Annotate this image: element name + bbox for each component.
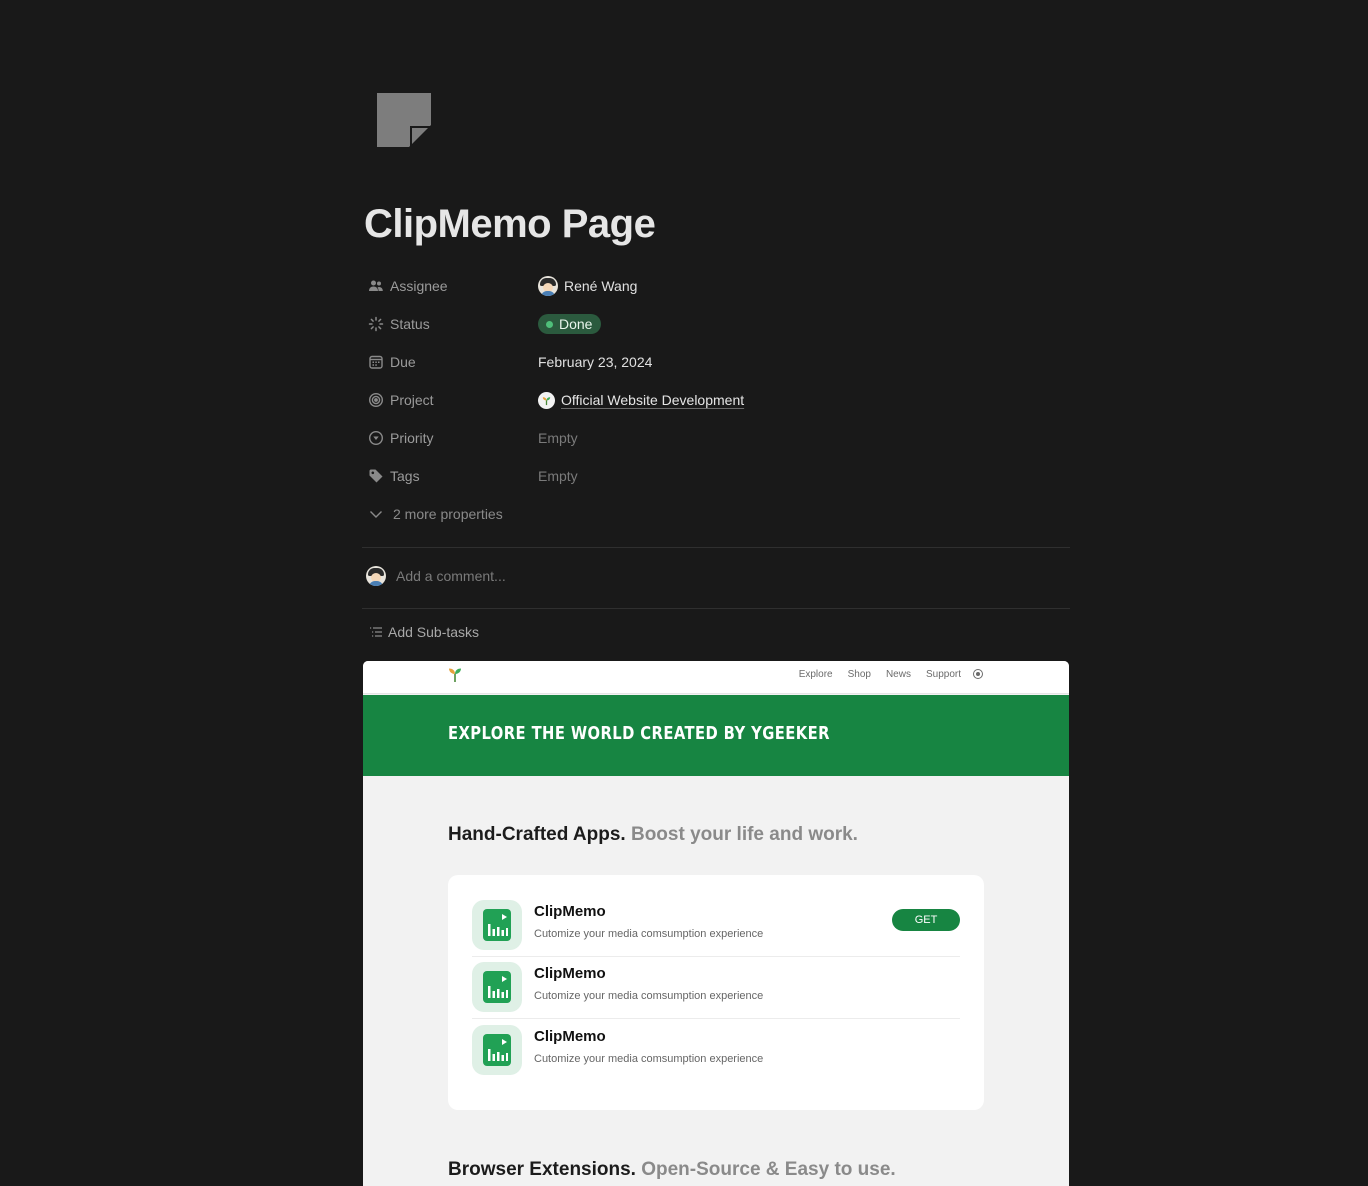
property-value[interactable]: February 23, 2024 xyxy=(538,354,652,370)
property-tags[interactable]: Tags Empty xyxy=(362,457,1070,495)
clipmemo-app-icon xyxy=(472,900,522,950)
property-due[interactable]: Due February 23, 2024 xyxy=(362,343,1070,381)
calendar-icon xyxy=(369,355,383,369)
property-value[interactable]: Official Website Development xyxy=(538,391,744,409)
nav-shop: Shop xyxy=(847,668,871,680)
get-button: GET xyxy=(892,909,960,931)
project-link[interactable]: Official Website Development xyxy=(561,392,744,408)
app-row: ClipMemo Cutomize your media comsumption… xyxy=(472,895,960,957)
sprout-logo-icon xyxy=(449,668,461,682)
app-row: ClipMemo Cutomize your media comsumption… xyxy=(472,957,960,1019)
property-label: Status xyxy=(362,316,538,332)
clipmemo-app-icon xyxy=(472,962,522,1012)
extensions-heading: Browser Extensions. Open-Source & Easy t… xyxy=(448,1159,896,1180)
embedded-website-image[interactable]: Explore Shop News Support EXPLORE THE WO… xyxy=(363,661,1069,1186)
more-properties-toggle[interactable]: 2 more properties xyxy=(362,495,1070,533)
user-icon xyxy=(973,669,983,679)
properties-panel: Assignee René Wang Status Done Due Febru… xyxy=(362,267,1070,533)
property-label: Tags xyxy=(362,468,538,484)
sprout-icon xyxy=(538,391,555,409)
status-dot xyxy=(546,320,553,328)
site-navbar: Explore Shop News Support xyxy=(363,661,1069,694)
property-label: Due xyxy=(362,354,538,370)
status-badge[interactable]: Done xyxy=(538,314,602,334)
comment-input[interactable]: Add a comment... xyxy=(366,566,506,586)
property-value[interactable]: Done xyxy=(538,314,602,334)
divider xyxy=(362,547,1070,548)
add-subtasks-button[interactable]: Add Sub-tasks xyxy=(368,624,479,640)
property-project[interactable]: Project Official Website Development xyxy=(362,381,1070,419)
app-name: ClipMemo xyxy=(534,903,606,920)
page-title[interactable]: ClipMemo Page xyxy=(364,202,656,247)
clipmemo-app-icon xyxy=(472,1025,522,1075)
property-status[interactable]: Status Done xyxy=(362,305,1070,343)
app-description: Cutomize your media comsumption experien… xyxy=(534,928,764,940)
divider xyxy=(362,608,1070,609)
apps-card: ClipMemo Cutomize your media comsumption… xyxy=(448,875,984,1110)
apps-heading: Hand-Crafted Apps. Boost your life and w… xyxy=(448,824,858,845)
people-icon xyxy=(369,280,383,291)
app-name: ClipMemo xyxy=(534,1028,606,1045)
property-label: Project xyxy=(362,392,538,408)
comment-placeholder[interactable]: Add a comment... xyxy=(396,568,506,584)
property-assignee[interactable]: Assignee René Wang xyxy=(362,267,1070,305)
property-label: Priority xyxy=(362,430,538,446)
property-value[interactable]: Empty xyxy=(538,430,578,446)
property-value[interactable]: Empty xyxy=(538,468,578,484)
property-value[interactable]: René Wang xyxy=(538,276,637,296)
chevron-down-icon xyxy=(370,511,382,518)
avatar xyxy=(538,276,558,296)
app-name: ClipMemo xyxy=(534,965,606,982)
priority-icon xyxy=(368,430,384,446)
nav-support: Support xyxy=(925,668,961,680)
app-row: ClipMemo Cutomize your media comsumption… xyxy=(472,1020,960,1082)
note-page-icon[interactable] xyxy=(376,92,432,148)
app-description: Cutomize your media comsumption experien… xyxy=(534,990,764,1002)
app-description: Cutomize your media comsumption experien… xyxy=(534,1053,764,1065)
target-icon xyxy=(368,392,384,408)
property-priority[interactable]: Priority Empty xyxy=(362,419,1070,457)
tag-icon xyxy=(369,469,383,483)
hero-text: EXPLORE THE WORLD CREATED BY YGEEKER xyxy=(448,723,830,744)
property-label: Assignee xyxy=(362,278,538,294)
hero-banner: EXPLORE THE WORLD CREATED BY YGEEKER xyxy=(363,695,1069,776)
site-nav-links: Explore Shop News Support xyxy=(784,661,983,687)
avatar xyxy=(366,566,386,586)
nav-news: News xyxy=(885,668,911,680)
nav-explore: Explore xyxy=(798,668,833,680)
list-icon xyxy=(370,627,382,637)
status-icon xyxy=(368,316,384,332)
